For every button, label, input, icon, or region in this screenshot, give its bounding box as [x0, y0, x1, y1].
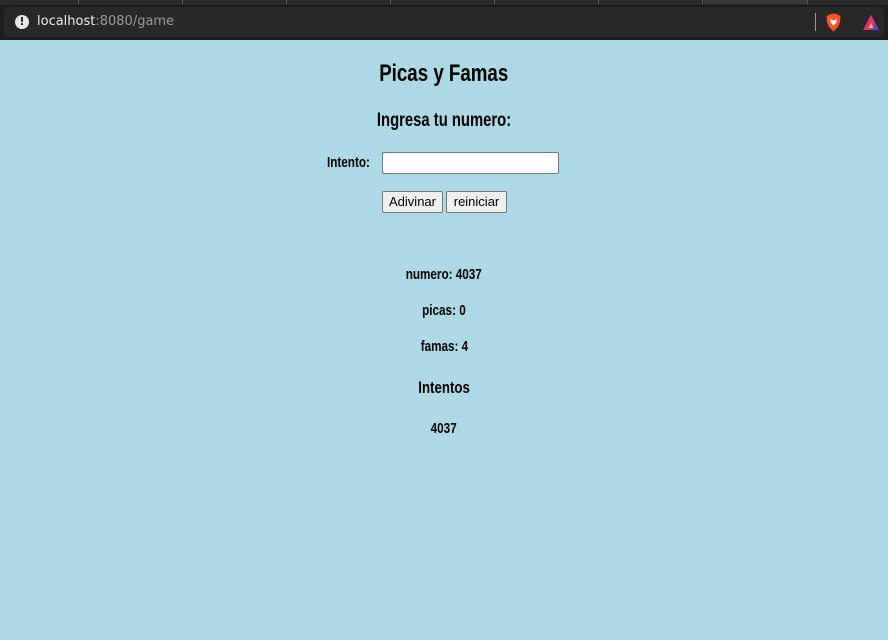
browser-tab[interactable] [600, 0, 703, 4]
browser-tab[interactable] [0, 0, 79, 4]
browser-tab[interactable] [496, 0, 599, 4]
browser-toolbar: ! localhost:8080/game [0, 5, 888, 40]
famas-text: famas: 4 [420, 338, 468, 355]
browser-tab-active[interactable] [704, 0, 808, 4]
famas-row: famas: 4 [0, 338, 888, 355]
reiniciar-button[interactable]: reiniciar [446, 191, 507, 213]
page-title-row: Picas y Famas [0, 60, 888, 88]
game-page: Picas y Famas Ingresa tu numero: Intento… [0, 40, 888, 640]
brave-shields-icon[interactable] [825, 13, 842, 32]
divider [815, 13, 816, 31]
intentos-heading-row: Intentos [0, 378, 888, 398]
url-host: localhost [37, 14, 96, 29]
page-title: Picas y Famas [379, 60, 509, 87]
browser-tab[interactable] [392, 0, 495, 4]
brave-rewards-icon[interactable] [862, 14, 880, 31]
intento-item: 4037 [430, 420, 458, 437]
browser-tab[interactable] [184, 0, 287, 4]
intento-label: Intento: [327, 154, 370, 171]
site-info-icon[interactable]: ! [15, 15, 29, 29]
guess-form: Intento: [0, 151, 888, 175]
adivinar-button[interactable]: Adivinar [382, 191, 443, 213]
picas-row: picas: 0 [0, 302, 888, 319]
address-bar[interactable]: ! localhost:8080/game [4, 7, 884, 37]
browser-tab[interactable] [80, 0, 183, 4]
picas-text: picas: 0 [422, 302, 466, 319]
intentos-list: 4037 [0, 420, 888, 437]
url-path: :8080/game [95, 14, 175, 29]
browser-tab[interactable] [288, 0, 391, 4]
numero-row: numero: 4037 [0, 266, 888, 283]
subtitle-row: Ingresa tu numero: [0, 110, 888, 132]
numero-text: numero: 4037 [405, 266, 483, 283]
intentos-heading: Intentos [418, 378, 470, 397]
url-text[interactable]: localhost:8080/game [37, 14, 174, 30]
instruction-heading: Ingresa tu numero: [376, 110, 512, 131]
intento-input[interactable] [382, 152, 559, 174]
